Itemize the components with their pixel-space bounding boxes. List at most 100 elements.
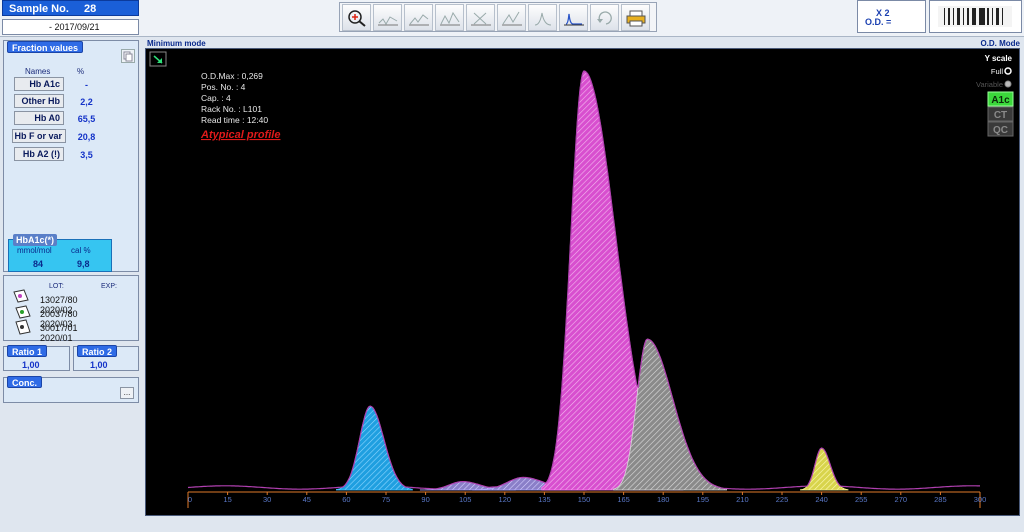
fraction-value-hb-f-var: 20,8 [77,132,96,142]
names-header: Names [25,67,51,76]
fraction-value-hb-a0: 65,5 [77,114,96,124]
conc-title: Conc. [7,376,43,388]
tab-a1c[interactable]: A1c [987,91,1014,107]
chromatogram-chart: 0 15 30 45 60 75 90 105 120 135 150 165 180 195 210 225… [149,51,1014,508]
atypical-profile-warning: Atypical profile [200,129,280,141]
sample-number: 28 [83,3,97,15]
x-tick-label: 90 [421,495,429,504]
peak-other-hb [336,405,413,491]
fraction-value-hba1c: - [85,80,88,90]
sample-date: - 2017/09/21 [2,19,139,35]
hba1c-result-box: HbA1c(*) mmol/mol cal % 84 9,8 [8,234,112,272]
x-tick-label: 180 [657,495,670,504]
tab-ct[interactable]: CT [987,106,1014,122]
reagent-icon [10,288,34,340]
ratio-2-value: 1,00 [90,360,108,370]
overlay-2-button[interactable] [404,4,433,31]
lot-number: 13027/80 [40,295,78,305]
peak-hb-a2 [800,447,849,491]
fraction-values-title: Fraction values [7,41,84,53]
x-tick-label: 105 [459,495,472,504]
x-tick-label: 45 [303,495,311,504]
hba1c-cal-label: cal % [71,246,91,255]
top-bar: Sample No. 28 - 2017/09/21 X 2 O.D. = [0,0,1024,37]
copy-icon[interactable] [121,49,135,63]
conc-more-button[interactable]: ... [120,387,134,399]
fraction-name-hb-a0[interactable]: Hb A0 [14,111,64,125]
info-od-max: O.D.Max : 0,269 [201,71,263,81]
ratio-1-panel: Ratio 1 1,00 [3,345,70,371]
x-tick-label: 270 [895,495,908,504]
lot-number: 30017/01 [40,323,78,333]
x-tick-label: 225 [776,495,789,504]
chromatogram-panel: 0 15 30 45 60 75 90 105 120 135 150 165 180 195 210 225… [145,48,1020,516]
mode-right-label: O.D. Mode [980,39,1020,48]
tab-a1c-label: A1c [991,95,1010,106]
x-tick-label: 285 [934,495,947,504]
sample-number-box: Sample No. 28 [2,0,139,16]
x-tick-label: 240 [815,495,828,504]
tab-qc-label: QC [993,125,1008,136]
hba1c-cal-value: 9,8 [77,259,90,269]
hba1c-mmol-label: mmol/mol [17,246,52,255]
exp-header: EXP: [101,283,117,290]
bottom-strip [145,516,1020,532]
od-label: O.D. = [865,17,892,27]
zoom-button[interactable] [342,4,371,31]
hba1c-mmol-value: 84 [33,259,44,269]
lot-row: 30017/012020/01 [40,323,138,343]
x-tick-label: 30 [263,495,271,504]
x-tick-label: 60 [342,495,350,504]
baseline-button[interactable] [559,4,588,31]
fraction-values-panel: Fraction values Names % Hb A1c - Other H… [3,40,139,272]
x-tick-label: 0 [188,495,192,504]
overlay-3-button[interactable] [435,4,464,31]
full-label: Full [991,67,1003,76]
ratio-1-title: Ratio 1 [7,345,48,357]
barcode [929,0,1022,33]
info-read-time: Read time : 12:40 [201,115,268,125]
ratio-2-panel: Ratio 2 1,00 [73,345,139,371]
x-tick-label: 135 [538,495,551,504]
x-tick-label: 300 [974,495,987,504]
tab-ct-label: CT [994,110,1007,121]
conc-panel: Conc. ... [3,376,139,403]
hba1c-title: HbA1c(*) [13,234,58,246]
lot-header: LOT: [49,283,64,290]
ratio-2-title: Ratio 2 [77,345,118,357]
peak-edit-button[interactable] [528,4,557,31]
variable-label: Variable [976,80,1003,89]
info-pos-no: Pos. No. : 4 [201,82,246,92]
x-tick-label: 15 [223,495,231,504]
sample-label: Sample No. [9,3,69,15]
ratio-1-value: 1,00 [22,360,40,370]
od-box: X 2 O.D. = [857,0,926,33]
fraction-name-other-hb[interactable]: Other Hb [14,94,64,108]
x-tick-label: 195 [697,495,710,504]
x-tick-label: 210 [736,495,749,504]
overlay-1-button[interactable] [373,4,402,31]
print-button[interactable] [621,4,650,31]
x-tick-label: 165 [617,495,630,504]
fraction-name-hb-a2[interactable]: Hb A2 (!) [14,147,64,161]
fraction-value-hb-a2: 3,5 [80,150,93,160]
overlay-4-button[interactable] [466,4,495,31]
fraction-name-hba1c[interactable]: Hb A1c [14,77,64,91]
undo-button[interactable] [590,4,619,31]
chart-toolbar [339,2,657,32]
x-tick-label: 150 [578,495,591,504]
info-cap: Cap. : 4 [201,93,231,103]
info-rack-no: Rack No. : L101 [201,104,262,114]
variable-radio[interactable] [1004,80,1012,88]
x-tick-label: 75 [382,495,390,504]
tab-qc[interactable]: QC [987,121,1014,137]
x-tick-label: 120 [499,495,512,504]
x-tick-label: 255 [855,495,868,504]
lot-expiry: 2020/01 [40,333,73,343]
full-radio[interactable] [1004,67,1012,75]
expand-arrow-icon[interactable] [149,51,167,67]
lot-number: 20037/80 [40,309,78,319]
fraction-name-hb-f-var[interactable]: Hb F or var [12,129,66,143]
overlay-5-button[interactable] [497,4,526,31]
y-scale-label: Y scale [985,54,1013,63]
